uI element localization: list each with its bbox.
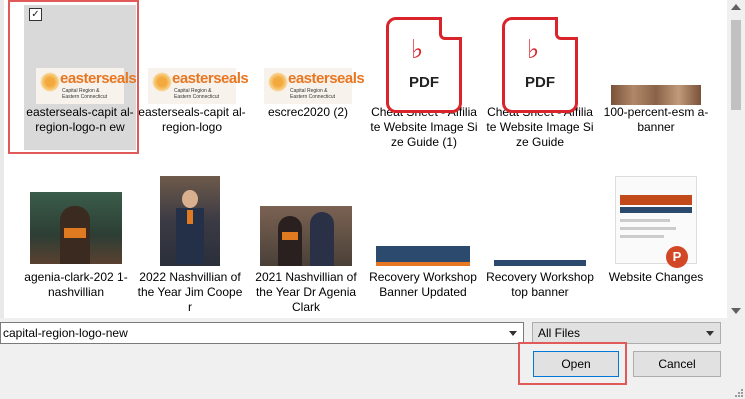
file-item[interactable]: Recovery Workshop top banner [484, 170, 596, 300]
logo-subtitle: Capital Region & Eastern Connecticut [174, 88, 220, 100]
file-item[interactable]: ♭ PDF Cheat Sheet - Affiliate Website Im… [368, 5, 480, 150]
logo-name: easterseals [288, 70, 365, 87]
file-open-dialog: ✓ easterseals Capital Region & Eastern Co… [0, 0, 745, 399]
file-thumbnail: easterseals Capital Region & Eastern Conn… [252, 5, 365, 105]
file-thumbnail [250, 170, 362, 270]
file-name-label: Website Changes [608, 270, 704, 284]
logo-name: easterseals [172, 70, 249, 87]
file-thumbnail: easterseals Capital Region & Eastern Conn… [136, 5, 249, 105]
logo-subtitle: Capital Region & Eastern Connecticut [290, 88, 336, 100]
file-item[interactable]: 2021 Nashvillian of the Year Dr Agenia C… [250, 170, 362, 315]
file-item[interactable]: ♭ PDF Cheat Sheet - Affiliate Website Im… [484, 5, 596, 150]
file-thumbnail [600, 5, 712, 105]
banner-photo-thumbnail [611, 85, 701, 105]
scroll-thumb[interactable] [731, 20, 741, 110]
file-thumbnail: ♭ PDF [368, 5, 480, 113]
cancel-button[interactable]: Cancel [633, 351, 721, 377]
sun-icon [268, 72, 288, 92]
file-name-value: capital-region-logo-new [3, 326, 128, 340]
pdf-icon: ♭ PDF [502, 17, 578, 113]
file-type-select[interactable]: All Files [532, 322, 721, 344]
file-name-label: Recovery Workshop Banner Updated [369, 270, 477, 299]
powerpoint-icon: P [666, 246, 688, 268]
easterseals-logo-thumbnail: easterseals Capital Region & Eastern Conn… [148, 68, 249, 104]
file-name-label: easterseals-capit al-region-logo [138, 105, 246, 134]
photo-thumbnail [30, 192, 122, 264]
vertical-scrollbar[interactable] [727, 0, 745, 318]
file-item[interactable]: 100-percent-esm a-banner [600, 5, 712, 135]
banner-thumbnail [376, 246, 470, 266]
file-name-label: agenia-clark-202 1-nashvillian [24, 270, 128, 299]
chevron-down-icon[interactable] [509, 331, 517, 336]
file-thumbnail [134, 170, 246, 270]
easterseals-logo-thumbnail: easterseals Capital Region & Eastern Conn… [264, 68, 365, 104]
file-name-input[interactable]: capital-region-logo-new [0, 322, 524, 344]
file-thumbnail [367, 170, 479, 270]
banner-thumbnail [494, 260, 586, 266]
file-item[interactable]: agenia-clark-202 1-nashvillian [20, 170, 132, 300]
file-thumbnail: ♭ PDF [484, 5, 596, 113]
file-thumbnail [20, 170, 132, 270]
file-item[interactable]: Recovery Workshop Banner Updated [367, 170, 479, 300]
file-item[interactable]: easterseals Capital Region & Eastern Conn… [136, 5, 249, 135]
file-thumbnail: P [600, 170, 712, 270]
photo-thumbnail [260, 206, 352, 266]
highlight-selected-file [8, 0, 139, 154]
pdf-icon: ♭ PDF [386, 17, 462, 113]
photo-thumbnail [160, 176, 220, 266]
highlight-open-button [518, 342, 627, 385]
file-item[interactable]: 2022 Nashvillian of the Year Jim Cooper [134, 170, 246, 315]
file-type-value: All Files [538, 326, 581, 340]
view-edge [0, 0, 4, 318]
file-item[interactable]: easterseals Capital Region & Eastern Conn… [252, 5, 365, 120]
file-name-label: 100-percent-esm a-banner [603, 105, 709, 134]
file-name-label: Recovery Workshop top banner [486, 270, 594, 299]
file-thumbnail [484, 170, 596, 270]
file-name-label: 2021 Nashvillian of the Year Dr Agenia C… [255, 270, 357, 314]
file-item[interactable]: P Website Changes [600, 170, 712, 285]
sun-icon [152, 72, 172, 92]
chevron-down-icon[interactable] [706, 331, 714, 336]
resize-grip-icon[interactable] [733, 387, 743, 397]
file-name-label: escrec2020 (2) [267, 105, 349, 119]
scroll-up-icon[interactable] [731, 4, 741, 10]
file-name-label: 2022 Nashvillian of the Year Jim Cooper [137, 270, 243, 314]
scroll-down-icon[interactable] [731, 308, 741, 314]
